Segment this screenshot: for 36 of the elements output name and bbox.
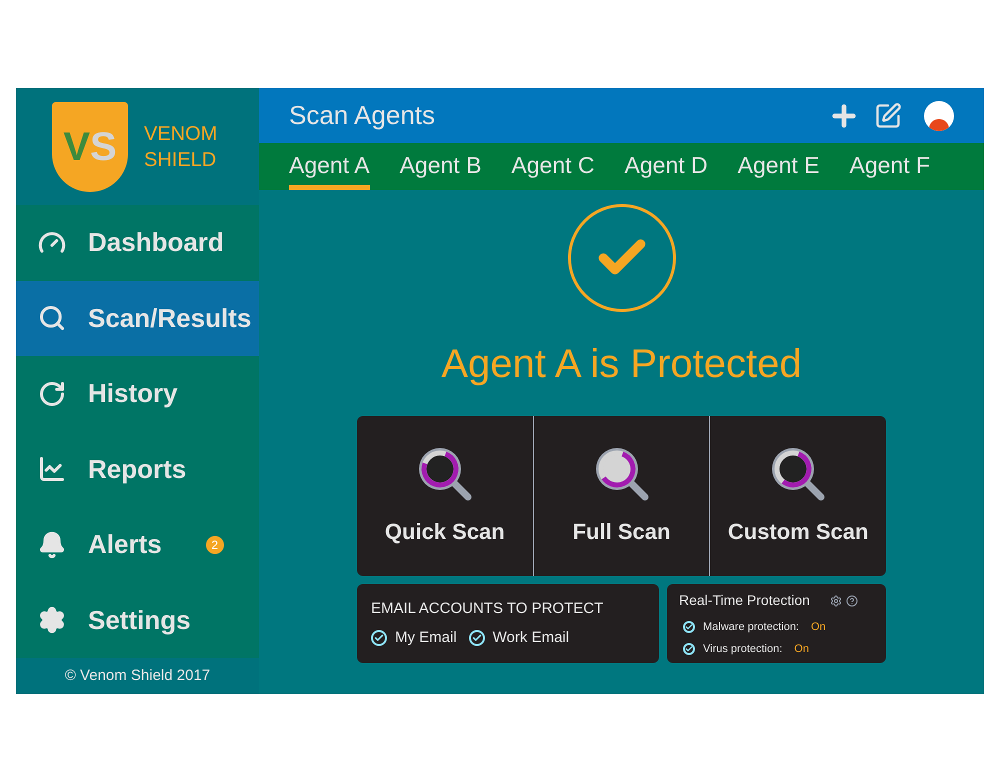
check-icon[interactable] [468,630,485,646]
count-badge: 2 [206,536,224,554]
check-icon[interactable] [683,642,695,655]
help-icon[interactable] [846,594,858,606]
page-title: Scan Agents [289,99,436,132]
email-label: My Email [395,628,457,648]
panel-title: EMAIL ACCOUNTS TO PROTECT [371,599,604,619]
agent-tab[interactable]: Agent B [400,143,482,190]
search-icon [38,304,66,332]
agent-tab[interactable]: Agent A [289,143,370,190]
agent-tab[interactable]: Agent E [738,143,820,190]
agent-tab[interactable]: Agent D [624,143,708,190]
protection-label: Virus protection: [703,642,782,656]
agent-tab[interactable]: Agent C [511,143,595,190]
protection-value: On [794,642,809,656]
brand-name: SHIELD [144,148,218,172]
protection-label: Malware protection: [703,620,799,635]
copyright-text: © Venom Shield 2017 [16,658,259,694]
scan-button[interactable]: Quick Scan [357,416,533,576]
agent-tab[interactable]: Agent F [849,143,930,190]
avatar[interactable] [924,100,954,130]
brand-name: VENOM [144,122,218,146]
sidebar-item[interactable]: Scan/Results [16,280,259,356]
check-icon[interactable] [683,621,695,634]
bell-icon [38,530,66,559]
edit-icon[interactable] [874,102,902,130]
protection-value: On [811,620,826,635]
scan-button[interactable]: Full Scan [532,416,710,576]
refresh-icon [38,380,66,408]
scan-button[interactable]: Custom Scan [709,416,886,576]
email-label: Work Email [492,628,570,648]
panel-title: Real-Time Protection [679,591,811,610]
shield-logo: VS [52,102,128,192]
status-message: Agent A is Protected [441,341,802,388]
line-chart-icon [38,455,66,484]
check-icon[interactable] [371,630,387,646]
